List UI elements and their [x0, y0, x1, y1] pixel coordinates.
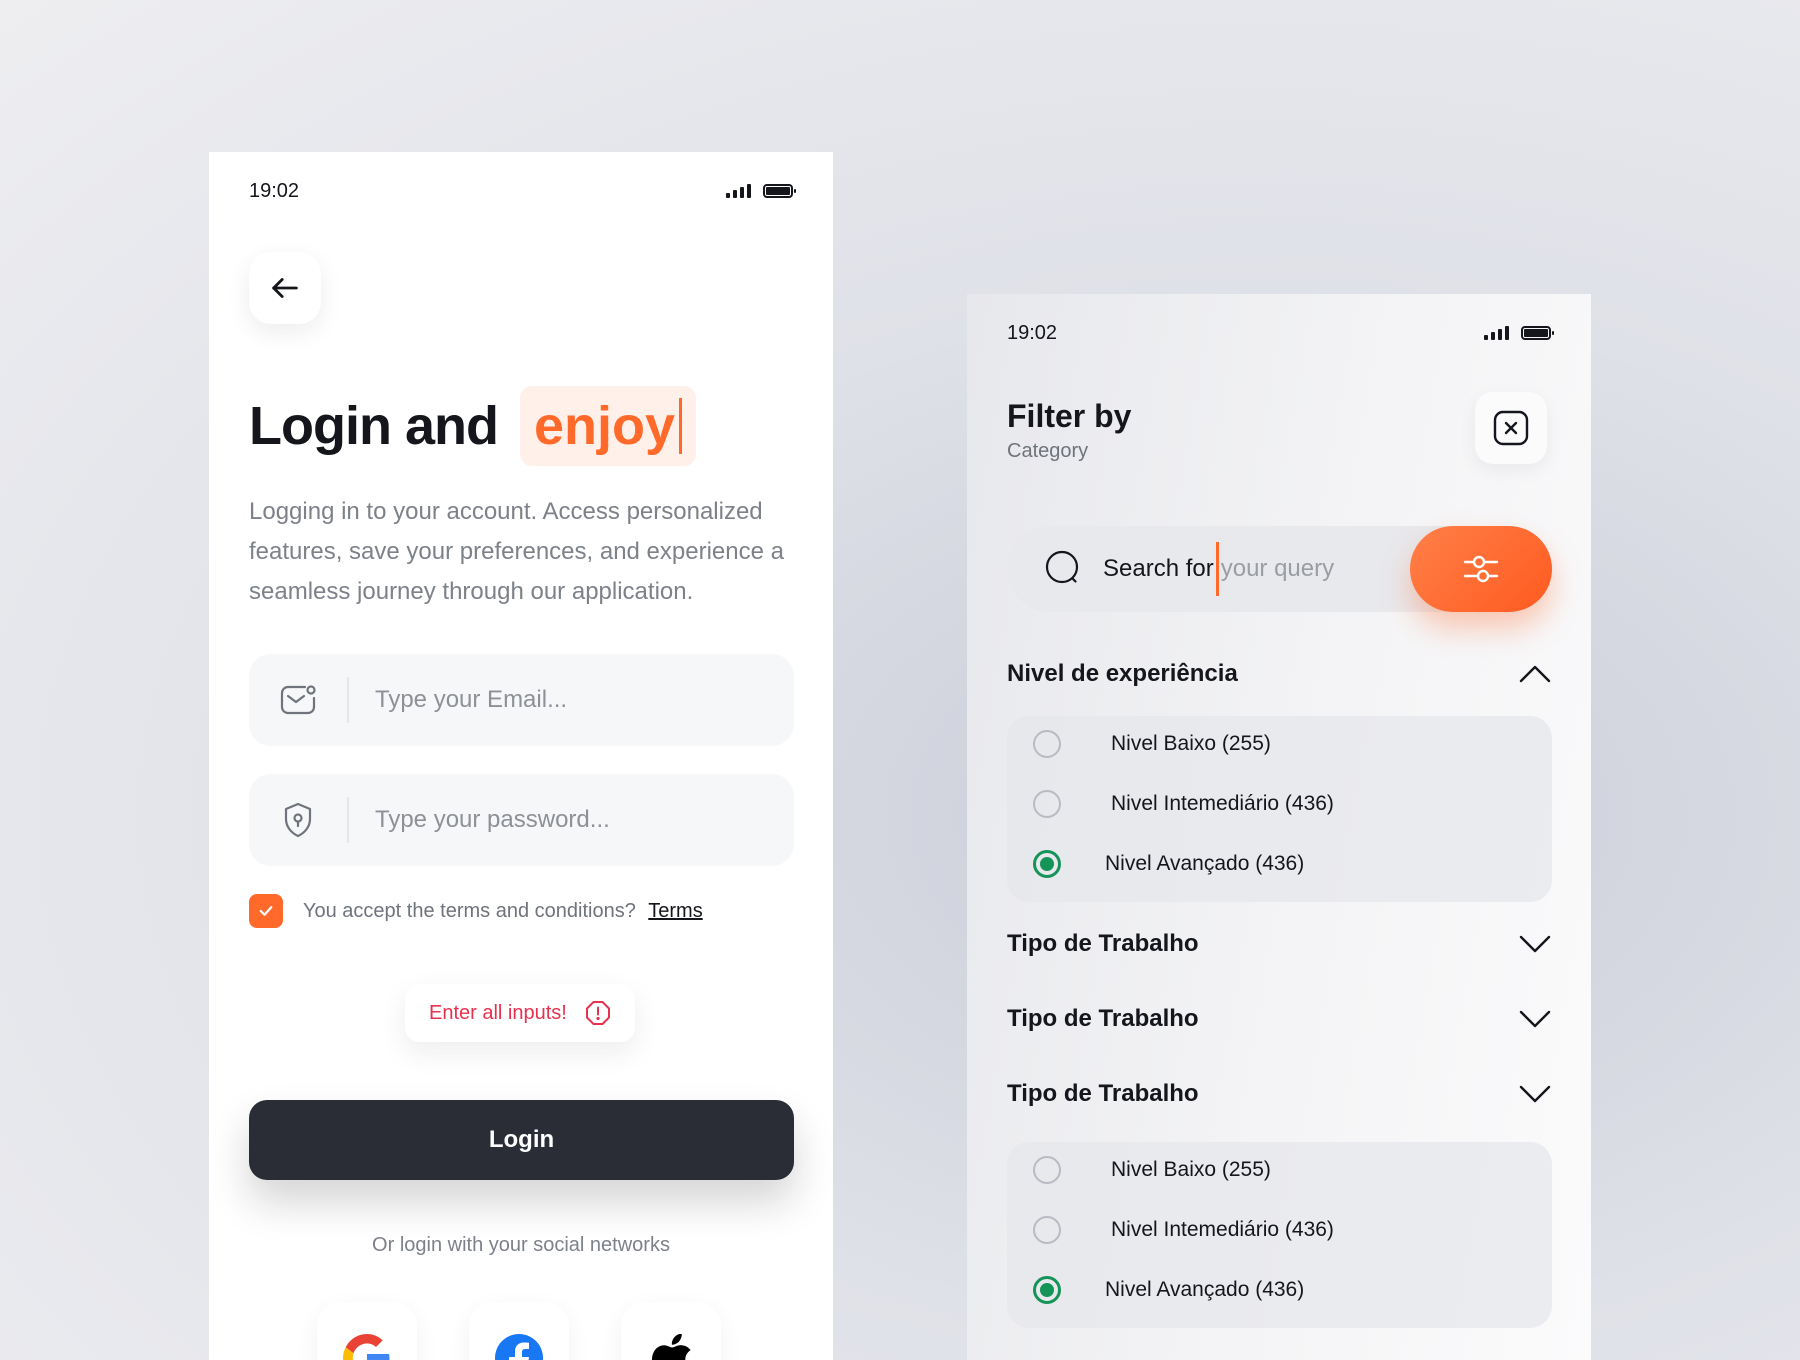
- radio-unchecked[interactable]: [1033, 1216, 1061, 1244]
- radio-checked[interactable]: [1033, 1276, 1061, 1304]
- alert-icon: [585, 1001, 610, 1025]
- mail-icon: [249, 677, 349, 723]
- apple-icon: [651, 1334, 691, 1360]
- options-group-tipo-trabalho: Nivel Baixo (255) Nivel Intemediário (43…: [1007, 1142, 1552, 1328]
- search-icon: [1045, 550, 1083, 588]
- login-button[interactable]: Login: [249, 1100, 794, 1180]
- option-label: Nivel Baixo (255): [1111, 732, 1271, 755]
- option-nivel-avancado[interactable]: Nivel Avançado (436): [1033, 1276, 1304, 1304]
- apple-login-button[interactable]: [621, 1302, 721, 1360]
- chevron-down-icon: [1519, 1085, 1551, 1103]
- title-accent: enjoy: [519, 386, 696, 466]
- option-nivel-baixo[interactable]: Nivel Baixo (255): [1033, 1156, 1271, 1184]
- sliders-icon: [1463, 555, 1499, 583]
- option-label: Nivel Avançado (436): [1105, 1278, 1305, 1301]
- radio-unchecked[interactable]: [1033, 730, 1061, 758]
- search-bar[interactable]: Search for your query: [1007, 526, 1552, 612]
- facebook-icon: [495, 1334, 543, 1360]
- close-icon: [1493, 410, 1529, 446]
- radio-unchecked[interactable]: [1033, 1156, 1061, 1184]
- section-header-tipo-trabalho[interactable]: Tipo de Trabalho: [1007, 999, 1552, 1039]
- title-accent-text: enjoy: [533, 396, 675, 456]
- status-bar: 19:02: [249, 176, 796, 206]
- error-message: Enter all inputs!: [429, 1001, 567, 1024]
- option-label: Nivel Intemediário (436): [1111, 1218, 1334, 1241]
- close-button[interactable]: [1475, 392, 1547, 464]
- section-header-tipo-trabalho[interactable]: Tipo de Trabalho: [1007, 924, 1552, 964]
- email-input[interactable]: Type your Email...: [349, 686, 567, 714]
- status-icons: [1484, 326, 1554, 340]
- login-screen: 19:02 Login and enjoy Logging in to your…: [209, 152, 833, 1360]
- option-label: Nivel Avançado (436): [1105, 852, 1305, 875]
- filter-settings-button[interactable]: [1410, 526, 1552, 612]
- battery-icon: [763, 184, 796, 198]
- option-nivel-avancado[interactable]: Nivel Avançado (436): [1033, 850, 1304, 878]
- google-login-button[interactable]: [317, 1302, 417, 1360]
- error-toast: Enter all inputs!: [405, 984, 635, 1042]
- section-title: Nivel de experiência: [1007, 660, 1238, 687]
- page-title: Login and enjoy: [249, 386, 696, 466]
- email-field[interactable]: Type your Email...: [249, 654, 794, 746]
- options-group-nivel-experiencia: Nivel Baixo (255) Nivel Intemediário (43…: [1007, 716, 1552, 902]
- social-caption: Or login with your social networks: [372, 1234, 670, 1256]
- status-time: 19:02: [1007, 321, 1058, 344]
- password-field[interactable]: Type your password...: [249, 774, 794, 866]
- filter-screen: 19:02 Filter by Category Search for your…: [967, 294, 1591, 1360]
- option-nivel-intermediario[interactable]: Nivel Intemediário (436): [1033, 1216, 1334, 1244]
- section-header-nivel-experiencia[interactable]: Nivel de experiência: [1007, 654, 1552, 694]
- section-title: Tipo de Trabalho: [1007, 1080, 1199, 1107]
- text-caret: [1215, 542, 1219, 596]
- password-input[interactable]: Type your password...: [349, 806, 610, 834]
- signal-icon: [1484, 326, 1509, 340]
- check-icon: [259, 906, 273, 916]
- google-icon: [343, 1334, 390, 1360]
- status-bar: 19:02: [1007, 318, 1554, 348]
- search-input-value[interactable]: Search for: [1103, 555, 1214, 583]
- status-icons: [726, 184, 796, 198]
- option-label: Nivel Baixo (255): [1111, 1158, 1271, 1181]
- signal-icon: [726, 184, 751, 198]
- radio-checked[interactable]: [1033, 850, 1061, 878]
- chevron-up-icon: [1519, 665, 1551, 683]
- chevron-down-icon: [1519, 935, 1551, 953]
- radio-unchecked[interactable]: [1033, 790, 1061, 818]
- title-main: Login and: [249, 396, 499, 456]
- back-button[interactable]: [249, 252, 321, 324]
- text-caret: [679, 398, 682, 454]
- arrow-left-icon: [272, 278, 298, 298]
- terms-checkbox[interactable]: [249, 894, 283, 928]
- status-time: 19:02: [249, 179, 300, 202]
- section-title: Tipo de Trabalho: [1007, 1005, 1199, 1032]
- option-label: Nivel Intemediário (436): [1111, 792, 1334, 815]
- filter-subtitle: Category: [1007, 440, 1089, 462]
- option-nivel-intermediario[interactable]: Nivel Intemediário (436): [1033, 790, 1334, 818]
- terms-row: You accept the terms and conditions? Ter…: [249, 894, 703, 928]
- social-login-row: [317, 1302, 721, 1360]
- section-header-tipo-trabalho[interactable]: Tipo de Trabalho: [1007, 1074, 1552, 1114]
- shield-lock-icon: [249, 797, 349, 843]
- terms-question: You accept the terms and conditions?: [303, 899, 636, 922]
- facebook-login-button[interactable]: [469, 1302, 569, 1360]
- search-input-placeholder[interactable]: your query: [1221, 555, 1334, 583]
- chevron-down-icon: [1519, 1010, 1551, 1028]
- section-title: Tipo de Trabalho: [1007, 930, 1199, 957]
- battery-icon: [1521, 326, 1554, 340]
- filter-title: Filter by: [1007, 398, 1132, 434]
- option-nivel-baixo[interactable]: Nivel Baixo (255): [1033, 730, 1271, 758]
- page-description: Logging in to your account. Access perso…: [249, 498, 784, 605]
- terms-link[interactable]: Terms: [648, 900, 702, 922]
